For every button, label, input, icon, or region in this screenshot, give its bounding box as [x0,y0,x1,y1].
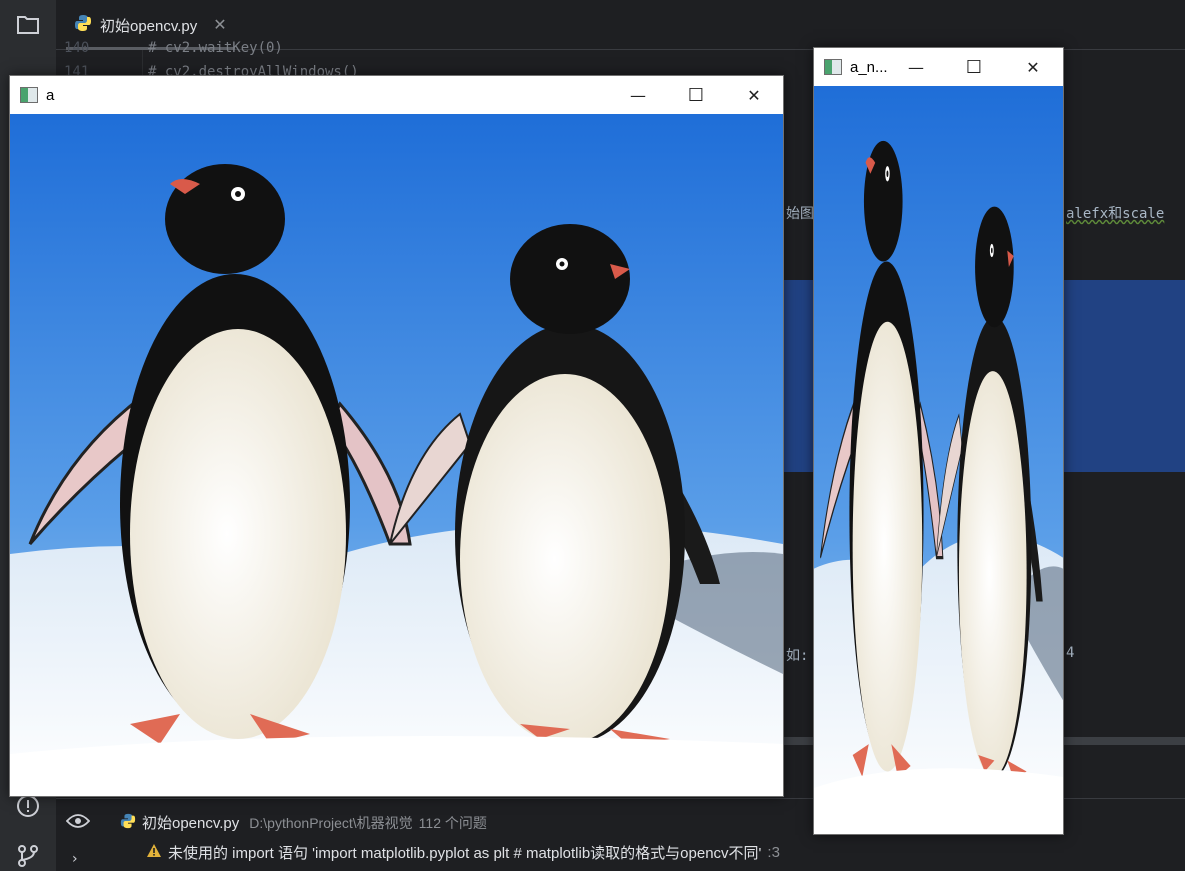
minimize-button[interactable]: — [887,48,945,86]
warning-row[interactable]: 未使用的 import 语句 'import matplotlib.pyplot… [146,842,780,863]
problem-file-row[interactable]: 初始opencv.py D:\pythonProject\机器视觉 112 个问… [120,812,487,833]
warning-text: 未使用的 import 语句 'import matplotlib.pyplot… [168,845,762,862]
minimize-button[interactable]: — [609,76,667,114]
folder-icon[interactable] [14,10,42,38]
warning-line-number: :3 [767,844,780,861]
problem-count: 112 个问题 [418,814,487,831]
penguin-image-resized [814,86,1063,834]
maximize-button[interactable]: ☐ [945,48,1003,86]
python-file-icon [74,14,92,36]
chevron-right-icon[interactable]: › [72,851,78,867]
problem-file-path: D:\pythonProject\机器视觉 [249,814,413,831]
code-fragment[interactable]: alefx和scale [1066,203,1164,223]
window-title: a [46,86,55,104]
close-button[interactable]: ✕ [1003,48,1063,86]
close-button[interactable]: ✕ [725,76,783,114]
window-titlebar[interactable]: a — ☐ ✕ [10,76,783,114]
git-branch-icon[interactable] [14,842,42,870]
image-window-a[interactable]: a — ☐ ✕ [9,75,784,797]
warning-icon [146,843,162,862]
code-fragment[interactable]: 4 [1066,645,1074,661]
code-line[interactable]: # cv2.waitKey(0) [148,40,283,56]
penguin-image [10,114,783,796]
tab-label: 初始opencv.py [100,17,198,35]
window-title: a_n... [850,58,888,76]
app-icon [20,87,38,103]
line-number: 140 [64,40,90,56]
close-icon[interactable]: ✕ [213,15,226,35]
window-titlebar[interactable]: a_n... — ☐ ✕ [814,48,1063,86]
image-window-a-new[interactable]: a_n... — ☐ ✕ [813,47,1064,835]
desktop: 初始opencv.py ✕ 140 141 # cv2.waitKey(0) #… [0,0,1185,871]
app-icon [824,59,842,75]
code-fragment[interactable]: 如: [786,645,808,665]
code-fragment[interactable]: 始图 [786,203,814,223]
eye-icon[interactable] [65,813,91,833]
maximize-button[interactable]: ☐ [667,76,725,114]
problem-file-name: 初始opencv.py [142,815,240,832]
python-file-icon [120,813,136,833]
